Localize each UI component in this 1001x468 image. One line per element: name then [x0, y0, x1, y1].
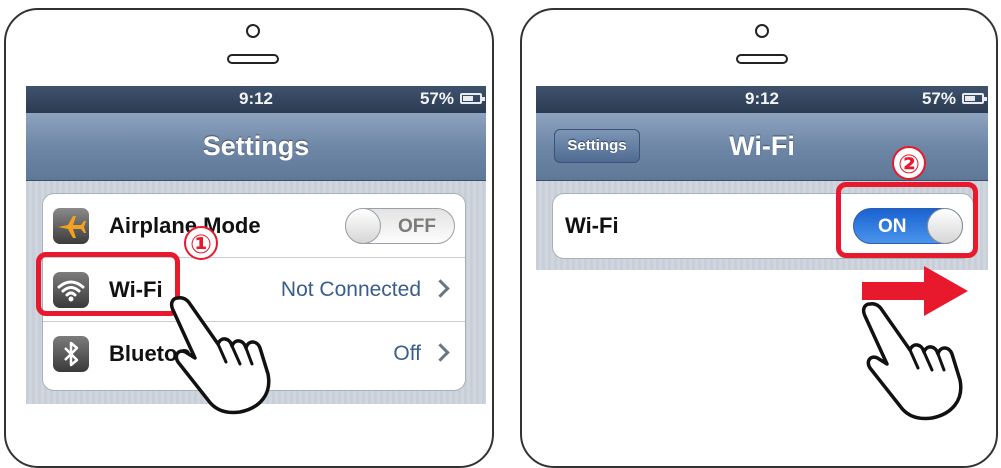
pointing-hand-icon — [861, 302, 963, 421]
step-marker-2: ② — [892, 146, 926, 180]
toggle-knob — [345, 208, 381, 244]
battery-icon — [460, 93, 485, 104]
status-bar: 9:12 57% — [536, 86, 988, 113]
bluetooth-status-value: Off — [393, 342, 421, 365]
row-label-wifi: Wi-Fi — [565, 213, 619, 238]
step-marker-1: ① — [184, 226, 218, 260]
nav-bar: Settings — [26, 113, 486, 181]
speaker-slot — [736, 54, 788, 64]
battery-icon — [962, 93, 987, 104]
front-camera — [246, 24, 260, 38]
bluetooth-icon — [53, 336, 89, 372]
pointing-hand-icon — [169, 296, 271, 415]
toggle-state-label: OFF — [398, 216, 436, 237]
status-time: 9:12 — [238, 89, 274, 108]
wifi-toggle-highlight — [836, 182, 978, 258]
front-camera — [755, 24, 769, 38]
status-time: 9:12 — [744, 89, 780, 108]
status-bar: 9:12 57% — [26, 86, 486, 113]
page-title: Settings — [202, 131, 310, 161]
battery-percent: 57% — [921, 89, 956, 108]
row-airplane-mode[interactable]: Airplane Mode OFF — [43, 194, 465, 258]
wifi-status-value: Not Connected — [280, 278, 421, 301]
airplane-mode-toggle[interactable]: OFF — [345, 208, 455, 244]
battery-percent: 57% — [419, 89, 454, 108]
chevron-right-icon — [431, 279, 450, 298]
chevron-right-icon — [431, 343, 450, 362]
wifi-row-highlight — [36, 252, 180, 316]
speaker-slot — [227, 54, 279, 64]
airplane-icon — [53, 208, 89, 244]
